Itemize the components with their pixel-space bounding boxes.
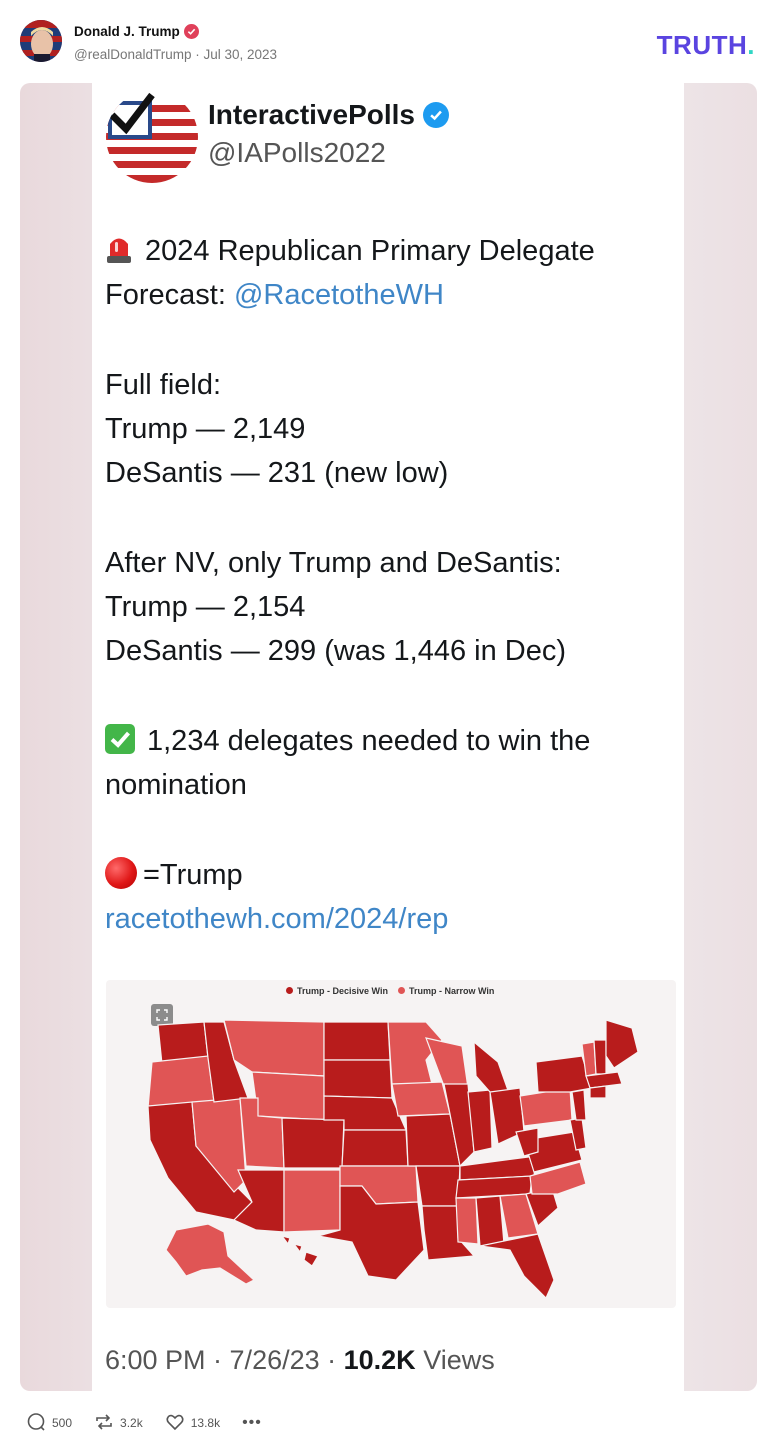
after-nv-desantis: DeSantis — 299 (was 1,446 in Dec): [105, 635, 566, 667]
state-hi: [280, 1235, 319, 1267]
after-nv-label: After NV, only Trump and DeSantis:: [105, 547, 562, 579]
views-count: 10.2K: [343, 1345, 416, 1375]
state-al: [475, 1195, 505, 1247]
state-wy: [251, 1071, 325, 1121]
state-sd: [323, 1059, 393, 1099]
like-count: 13.8k: [190, 1416, 221, 1430]
blue-verified-icon: [422, 102, 449, 128]
brand-text: TRUTH: [656, 30, 748, 60]
state-nd: [323, 1021, 391, 1061]
like-button[interactable]: 13.8k: [165, 1412, 220, 1435]
full-field-desantis: DeSantis — 231 (new low): [105, 457, 449, 489]
truth-logo[interactable]: TRUTH.: [657, 30, 755, 61]
legend-key-text: =Trump: [143, 859, 243, 891]
tweet-time: 6:00 PM · 7/26/23 ·: [105, 1345, 344, 1375]
state-or: [147, 1055, 215, 1109]
state-ak: [165, 1223, 256, 1285]
state-me: [605, 1019, 639, 1069]
post-media[interactable]: InteractivePolls @IAPolls2022 2024 Repub…: [20, 83, 757, 1391]
post-header: Donald J. Trump @realDonaldTrump · Jul 3…: [20, 20, 757, 66]
state-mi: [473, 1040, 511, 1097]
author-meta: @realDonaldTrump · Jul 30, 2023: [74, 47, 278, 62]
racetothewh-mention-link[interactable]: @RacetotheWH: [234, 279, 444, 311]
red-circle-emoji-icon: [105, 857, 137, 889]
siren-emoji-icon: [105, 233, 133, 263]
state-wv: [515, 1127, 539, 1157]
reply-icon: [26, 1412, 46, 1435]
state-ia: [391, 1081, 451, 1117]
state-ar: [415, 1165, 461, 1207]
headline-line-2: Forecast: @RacetotheWH: [105, 273, 444, 317]
delegate-map: Trump - Decisive Win Trump - Narrow Win: [106, 980, 676, 1308]
author-name[interactable]: Donald J. Trump: [74, 24, 199, 39]
headline-line-1: 2024 Republican Primary Delegate: [105, 229, 595, 273]
us-states-map: [147, 1019, 639, 1300]
state-ct: [589, 1085, 607, 1099]
avatar[interactable]: [20, 20, 62, 62]
full-field-trump: Trump — 2,149: [105, 413, 306, 445]
legend-key-line: =Trump: [105, 853, 243, 897]
account-name: InteractivePolls: [208, 99, 449, 131]
racetothewh-url-link[interactable]: racetothewh.com/2024/rep: [105, 897, 448, 941]
state-wi: [425, 1037, 469, 1089]
tweet-footer: 6:00 PM · 7/26/23 · 10.2K Views: [105, 1345, 495, 1376]
check-mark-emoji-icon: [105, 724, 135, 754]
state-mt: [223, 1019, 325, 1077]
views-label: Views: [415, 1345, 495, 1375]
needed-line-1: 1,234 delegates needed to win the: [105, 719, 590, 763]
state-nm: [283, 1169, 341, 1233]
headline-text-1: 2024 Republican Primary Delegate: [145, 235, 595, 267]
needed-text-1: 1,234 delegates needed to win the: [147, 725, 591, 757]
tweet-card: InteractivePolls @IAPolls2022 2024 Repub…: [92, 83, 684, 1391]
verified-badge-icon: [183, 24, 199, 39]
reply-button[interactable]: 500: [26, 1412, 72, 1435]
brand-dot: .: [747, 30, 755, 60]
retruth-count: 3.2k: [120, 1416, 143, 1430]
full-field-label: Full field:: [105, 369, 222, 401]
state-fl: [479, 1233, 555, 1300]
retruth-icon: [94, 1412, 114, 1435]
like-icon: [165, 1412, 185, 1435]
state-nh: [593, 1039, 607, 1075]
account-name-text: InteractivePolls: [208, 99, 415, 130]
retruth-button[interactable]: 3.2k: [94, 1412, 143, 1435]
headline-prefix: Forecast:: [105, 279, 234, 311]
state-ks: [341, 1129, 409, 1167]
more-icon[interactable]: •••: [242, 1414, 262, 1432]
interactive-polls-logo: [106, 91, 198, 183]
state-ms: [455, 1197, 479, 1245]
author-name-text[interactable]: Donald J. Trump: [74, 24, 180, 39]
state-nj: [571, 1089, 587, 1121]
reply-count: 500: [52, 1416, 73, 1430]
needed-line-2: nomination: [105, 769, 247, 801]
after-nv-trump: Trump — 2,154: [105, 591, 306, 623]
account-handle: @IAPolls2022: [208, 137, 386, 168]
post-actions: 500 3.2k 13.8k •••: [26, 1410, 284, 1436]
state-co: [281, 1117, 345, 1169]
state-pa: [519, 1087, 573, 1127]
